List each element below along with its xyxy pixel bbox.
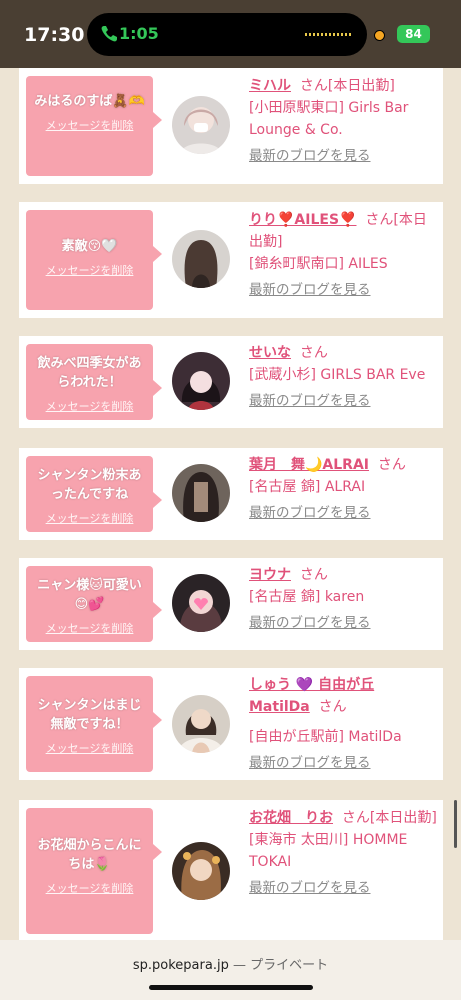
message-bubble: みはるのすば🧸🫶 メッセージを削除: [26, 76, 162, 176]
message-bubble: 飲みべ四季女があらわれた！ メッセージを削除: [26, 344, 162, 420]
audio-wave-icon: [305, 33, 353, 36]
url-text[interactable]: sp.pokepara.jp — プライベート: [0, 954, 461, 973]
home-indicator[interactable]: [149, 985, 313, 990]
delete-message-link[interactable]: メッセージを削除: [26, 262, 153, 278]
cast-name-link[interactable]: ミハル: [249, 78, 291, 94]
delete-message-link[interactable]: メッセージを削除: [26, 880, 153, 896]
battery-indicator: 84: [397, 25, 430, 43]
avatar[interactable]: [172, 842, 230, 900]
avatar[interactable]: [172, 230, 230, 288]
scrollbar[interactable]: [454, 800, 457, 848]
avatar[interactable]: [172, 96, 230, 154]
shop-name: [錦糸町駅南口] AILES: [249, 256, 388, 272]
cast-name-link[interactable]: しゅう 💜 自由が丘 MatilDa: [249, 677, 374, 715]
message-text: 素敵😚🤍: [61, 239, 118, 254]
honorific: さん: [377, 457, 406, 473]
cast-info: しゅう 💜 自由が丘 MatilDa さん [自由が丘駅前] MatilDa 最…: [249, 674, 439, 774]
message-bubble: シャンタン粉末あったんですね メッセージを削除: [26, 456, 162, 532]
cast-name-link[interactable]: ヨウナ: [249, 567, 291, 583]
blog-link[interactable]: 最新のブログを見る: [249, 502, 439, 524]
cast-name-link[interactable]: 葉月 舞🌙ALRAI: [249, 457, 369, 473]
honorific: さん: [299, 78, 328, 94]
avatar[interactable]: [172, 464, 230, 522]
shop-name: [自由が丘駅前] MatilDa: [249, 729, 402, 745]
cast-name-link[interactable]: お花畑 りお: [249, 810, 333, 826]
list-item: お花畑からこんにちは🌷 メッセージを削除 お花畑 りお さん[本日出勤] [東海…: [19, 800, 443, 942]
honorific: さん: [341, 810, 370, 826]
blog-link[interactable]: 最新のブログを見る: [249, 390, 439, 412]
cast-info: お花畑 りお さん[本日出勤] [東海市 太田川] HOMME TOKAI 最新…: [249, 807, 439, 899]
cast-name-link[interactable]: りり❣️AILES❣️: [249, 212, 356, 228]
work-tag: [本日出勤]: [327, 78, 395, 94]
cast-info: せいな さん [武蔵小杉] GIRLS BAR Eve 最新のブログを見る: [249, 342, 439, 412]
delete-message-link[interactable]: メッセージを削除: [26, 398, 153, 414]
call-duration: 1:05: [119, 24, 159, 43]
status-bar: 17:30 1:05 84: [0, 0, 461, 68]
honorific: さん: [365, 212, 394, 228]
honorific: さん: [299, 567, 328, 583]
delete-message-link[interactable]: メッセージを削除: [26, 510, 153, 526]
phone-icon: [101, 26, 117, 42]
list-item: シャンタンはまじ無敵ですね！ メッセージを削除 しゅう 💜 自由が丘 Matil…: [19, 668, 443, 780]
list-item: 素敵😚🤍 メッセージを削除 りり❣️AILES❣️ さん[本日出勤] [錦糸町駅…: [19, 202, 443, 318]
blog-link[interactable]: 最新のブログを見る: [249, 752, 439, 774]
honorific: さん: [318, 699, 347, 715]
message-text: 飲みべ四季女があらわれた！: [37, 356, 142, 390]
message-bubble: ニャン様🐱可愛い😊💕 メッセージを削除: [26, 566, 162, 642]
shop-name: [小田原駅東口] Girls Bar Lounge & Co.: [249, 100, 409, 138]
blog-link[interactable]: 最新のブログを見る: [249, 145, 439, 167]
message-bubble: シャンタンはまじ無敵ですね！ メッセージを削除: [26, 676, 162, 772]
dynamic-island[interactable]: 1:05: [87, 13, 367, 56]
message-text: シャンタンはまじ無敵ですね！: [37, 698, 142, 732]
list-item: ニャン様🐱可愛い😊💕 メッセージを削除 ヨウナ さん [名古屋 錦] karen…: [19, 558, 443, 650]
blog-link[interactable]: 最新のブログを見る: [249, 877, 439, 899]
blog-link[interactable]: 最新のブログを見る: [249, 612, 439, 634]
message-text: シャンタン粉末あったんですね: [37, 468, 142, 502]
delete-message-link[interactable]: メッセージを削除: [26, 620, 153, 636]
private-mode-label: プライベート: [250, 958, 329, 973]
url-domain: sp.pokepara.jp: [132, 958, 229, 973]
list-item: みはるのすば🧸🫶 メッセージを削除 ミハル さん[本日出勤] [小田原駅東口] …: [19, 68, 443, 184]
message-bubble: お花畑からこんにちは🌷 メッセージを削除: [26, 808, 162, 934]
list-item: 飲みべ四季女があらわれた！ メッセージを削除 せいな さん [武蔵小杉] GIR…: [19, 336, 443, 428]
mic-indicator-icon: [374, 30, 385, 41]
message-text: みはるのすば🧸🫶: [34, 94, 145, 109]
shop-name: [東海市 太田川] HOMME TOKAI: [249, 832, 408, 870]
avatar[interactable]: [172, 695, 230, 753]
shop-name: [名古屋 錦] ALRAI: [249, 479, 366, 495]
delete-message-link[interactable]: メッセージを削除: [26, 740, 153, 756]
work-tag: [本日出勤]: [369, 810, 437, 826]
message-text: お花畑からこんにちは🌷: [37, 838, 142, 872]
avatar[interactable]: [172, 574, 230, 632]
avatar[interactable]: [172, 352, 230, 410]
cast-info: りり❣️AILES❣️ さん[本日出勤] [錦糸町駅南口] AILES 最新のブ…: [249, 209, 439, 301]
cast-info: ミハル さん[本日出勤] [小田原駅東口] Girls Bar Lounge &…: [249, 75, 439, 167]
list-item: シャンタン粉末あったんですね メッセージを削除 葉月 舞🌙ALRAI さん [名…: [19, 448, 443, 540]
message-text: ニャン様🐱可愛い😊💕: [37, 578, 142, 612]
cast-name-link[interactable]: せいな: [249, 345, 291, 361]
delete-message-link[interactable]: メッセージを削除: [26, 117, 153, 133]
address-bar[interactable]: sp.pokepara.jp — プライベート: [0, 940, 461, 1000]
honorific: さん: [299, 345, 328, 361]
message-bubble: 素敵😚🤍 メッセージを削除: [26, 210, 162, 310]
shop-name: [名古屋 錦] karen: [249, 589, 365, 605]
shop-name: [武蔵小杉] GIRLS BAR Eve: [249, 367, 426, 383]
cast-info: 葉月 舞🌙ALRAI さん [名古屋 錦] ALRAI 最新のブログを見る: [249, 454, 439, 524]
cast-info: ヨウナ さん [名古屋 錦] karen 最新のブログを見る: [249, 564, 439, 634]
url-separator: —: [228, 958, 251, 973]
blog-link[interactable]: 最新のブログを見る: [249, 279, 439, 301]
clock: 17:30: [24, 24, 85, 46]
